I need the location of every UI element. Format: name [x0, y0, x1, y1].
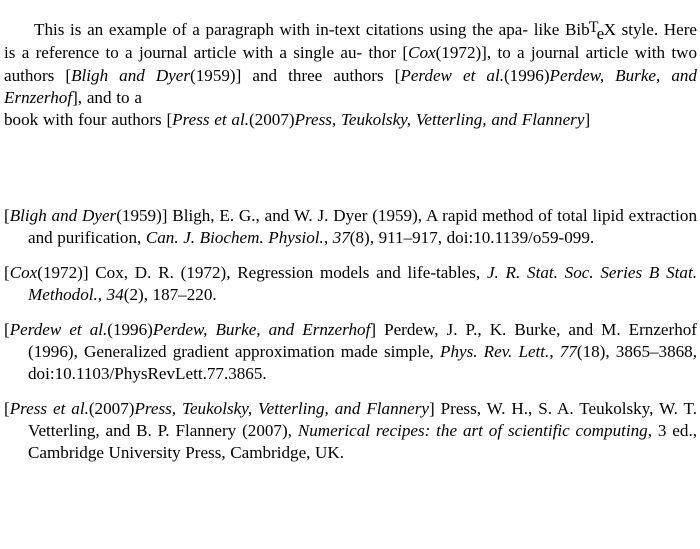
bib-journal: Can. J. Biochem. Physiol.	[145, 228, 324, 248]
bibtex-logo-e: e	[596, 23, 605, 43]
paragraph-line-1: This is an example of a paragraph with i…	[34, 20, 529, 40]
bib-volume: 37	[332, 228, 350, 248]
bib-label-year: (1959)]	[116, 206, 168, 225]
paragraph-line-2-prefix: like Bib	[533, 20, 590, 40]
paragraph-line-3-prefix: thor [	[368, 43, 409, 63]
bib-pages: , 187–220.	[143, 285, 217, 305]
bibliography-entry: [Perdew et al.(1996)Perdew, Burke, and E…	[4, 319, 697, 386]
citation-press-authors: Press, Teukolsky, Vetterling, and Flanne…	[294, 109, 585, 129]
bib-label-authors: Cox	[9, 262, 38, 282]
bibliography-list: [Bligh and Dyer(1959)] Bligh, E. G., and…	[4, 205, 697, 465]
paragraph-line-3-suffix: (1959)]	[190, 65, 242, 85]
bib-label-year: (1972)]	[37, 262, 89, 282]
paragraph-line-5-clipped: book with four authors [Press et al.(200…	[4, 109, 697, 131]
bib-pages: , 911–917,	[369, 228, 447, 248]
bibtex-logo-x: X	[603, 20, 616, 40]
citation-press-etal: Press et al.	[172, 109, 249, 129]
paragraph-line-4-prefix: and three authors [	[252, 65, 401, 85]
bib-label-year: (2007)	[88, 398, 135, 418]
bib-doi: doi:10.1139/o59-099.	[446, 228, 595, 248]
citation-press-year: (2007)	[248, 109, 295, 129]
bib-journal-separator: ,	[97, 285, 107, 305]
bib-label-authors-full: Perdew, Burke, and Ernzerhof	[152, 319, 371, 339]
bib-volume: 77	[559, 342, 577, 362]
paragraph-line-5-suffix: ]	[584, 109, 591, 129]
bib-label-authors: Press et al.	[9, 398, 89, 418]
bibliography-entry: [Bligh and Dyer(1959)] Bligh, E. G., and…	[4, 205, 697, 249]
bibliography-entry: [Press et al.(2007)Press, Teukolsky, Vet…	[4, 398, 697, 465]
bib-issue: (8)	[349, 228, 370, 248]
paragraph-line-4-suffix: ], and to a	[72, 87, 142, 107]
citation-cox: Cox	[408, 43, 436, 63]
bib-journal-separator: ,	[323, 228, 333, 248]
bib-label-authors: Perdew et al.	[9, 319, 108, 339]
citation-bligh-dyer: Bligh and Dyer	[71, 65, 191, 85]
bib-journal: Phys. Rev. Lett.	[440, 342, 550, 362]
bib-label-year: (1996)	[107, 319, 153, 339]
bib-authors: Cox, D. R. (1972), Regression models and…	[88, 262, 487, 282]
bib-volume: 34	[106, 285, 124, 305]
bib-label-authors-full: Press, Teukolsky, Vetterling, and Flanne…	[134, 398, 429, 418]
paragraph-line-5-prefix: book with four authors [	[4, 109, 173, 129]
bib-pages: , 3865–3868,	[605, 342, 697, 362]
citation-perdew-etal: Perdew et al.	[400, 65, 504, 85]
intro-paragraph: This is an example of a paragraph with i…	[4, 19, 697, 131]
bibliography-entry: [Cox(1972)] Cox, D. R. (1972), Regressio…	[4, 262, 697, 306]
citation-perdew-year: (1996)	[503, 65, 550, 85]
bib-issue: (2)	[123, 285, 144, 305]
document-page: This is an example of a paragraph with i…	[0, 0, 700, 549]
bib-issue: (18)	[576, 342, 606, 362]
bib-journal-separator: ,	[549, 342, 560, 362]
bib-label-authors: Bligh and Dyer	[9, 206, 117, 225]
bib-doi: doi:10.1103/PhysRevLett.77.3865.	[28, 364, 267, 384]
bib-book-title: Numerical recipes: the art of scientific…	[297, 421, 648, 441]
